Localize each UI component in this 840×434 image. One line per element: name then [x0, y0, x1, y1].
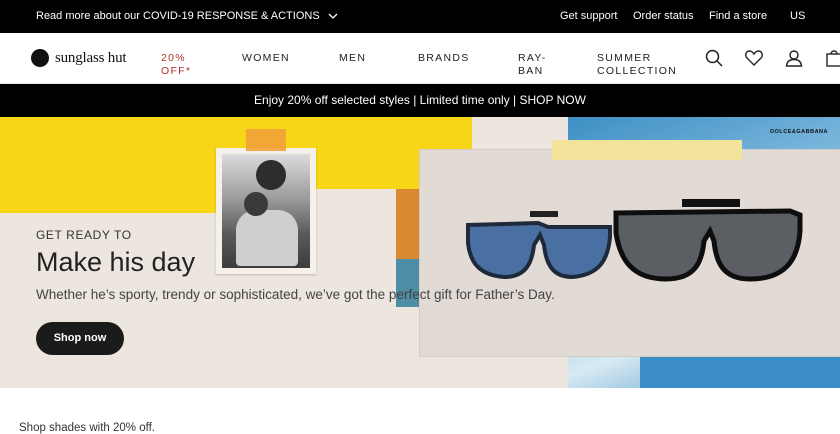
find-store-link[interactable]: Find a store: [709, 10, 767, 22]
country-selector[interactable]: US: [790, 10, 805, 22]
section-intro-text: Shop shades with 20% off.: [19, 422, 155, 434]
sunglasses-image: [466, 199, 803, 282]
nav-item-men[interactable]: MEN: [339, 52, 366, 65]
photo-tape: [246, 129, 286, 151]
hero-tape-strip: [552, 140, 742, 160]
brand-tag: DOLCE&GABBANA: [770, 129, 828, 135]
hero-headline: Make his day: [36, 247, 196, 277]
order-status-link[interactable]: Order status: [633, 10, 694, 22]
hero-yellow-block-lower: [0, 117, 245, 213]
hero-subtext: Whether he’s sporty, trendy or sophistic…: [36, 287, 555, 302]
nav-sale-line1: 20%: [161, 52, 186, 64]
covid-response-link[interactable]: Read more about our COVID-19 RESPONSE & …: [36, 10, 338, 22]
nav-item-women[interactable]: WOMEN: [242, 52, 290, 65]
hero-blue-strip: [640, 357, 840, 388]
search-icon[interactable]: [704, 48, 724, 68]
nav-item-brands[interactable]: BRANDS: [418, 52, 470, 65]
hero-banner: DOLCE&GABBANA GET READY TO Make his day …: [0, 117, 840, 388]
main-navigation: sunglass hut 20% OFF* WOMEN MEN BRANDS R…: [0, 33, 840, 84]
account-icon[interactable]: [784, 48, 804, 68]
shop-now-button[interactable]: Shop now: [36, 322, 124, 355]
logo-text: sunglass hut: [55, 49, 127, 66]
top-utility-bar: Read more about our COVID-19 RESPONSE & …: [0, 0, 840, 33]
get-support-link[interactable]: Get support: [560, 10, 617, 22]
nav-summer-line1: SUMMER: [597, 52, 652, 64]
promo-banner[interactable]: Enjoy 20% off selected styles | Limited …: [0, 84, 840, 117]
bag-icon[interactable]: [824, 48, 840, 68]
nav-summer-line2: COLLECTION: [597, 65, 678, 77]
nav-item-ray-ban[interactable]: RAY- BAN: [518, 52, 547, 78]
heart-icon[interactable]: [744, 48, 764, 68]
logo-circle-icon: [31, 49, 49, 67]
nav-sale-line2: OFF*: [161, 65, 192, 77]
nav-item-summer-collection[interactable]: SUMMER COLLECTION: [597, 52, 677, 78]
nav-rayban-line2: BAN: [518, 65, 544, 77]
logo[interactable]: sunglass hut: [31, 49, 127, 67]
hero-photo: [216, 148, 316, 274]
chevron-down-icon: [328, 13, 338, 19]
nav-item-sale[interactable]: 20% OFF*: [161, 52, 191, 78]
hero-eyebrow: GET READY TO: [36, 228, 132, 242]
covid-link-label: Read more about our COVID-19 RESPONSE & …: [36, 10, 320, 22]
nav-rayban-line1: RAY-: [518, 52, 547, 64]
